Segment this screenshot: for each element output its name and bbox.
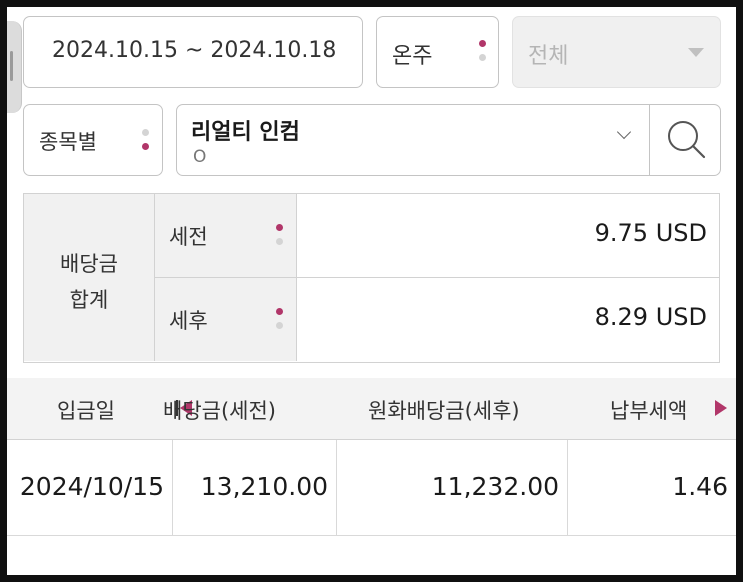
account-select-label: 전체 [528, 44, 569, 69]
toggle-dots-icon [276, 308, 284, 336]
dividend-table-header: 입금일 배당금(세전) 원화배당금(세후) 납부세액 [7, 378, 736, 440]
column-deposit-date: 입금일 [57, 399, 115, 423]
column-tax-paid: 납부세액 [610, 399, 688, 423]
date-range-text: 2024.10.15 ~ 2024.10.18 [52, 38, 337, 63]
cell-deposit-date: 2024/10/15 [7, 440, 173, 535]
stock-search-field[interactable]: 리얼티 인컴 O [176, 104, 721, 176]
toggle-dots-icon [276, 224, 284, 252]
summary-heading-line2: 합계 [69, 288, 109, 312]
post-tax-label-cell[interactable]: 세후 [155, 278, 297, 361]
table-row[interactable]: 2024/10/15 13,210.00 11,232.00 1.46 [7, 440, 736, 536]
cell-krw-dividend-posttax: 11,232.00 [337, 440, 568, 535]
post-tax-value: 8.29 USD [594, 303, 707, 331]
stock-name: 리얼티 인컴 [191, 120, 300, 145]
dividend-pretax-value: 13,210.00 [200, 472, 328, 501]
column-dividend-pretax: 배당금(세전) [163, 399, 276, 423]
summary-row-pre-tax: 세전 9.75 USD [155, 194, 719, 278]
column-krw-dividend-posttax: 원화배당금(세후) [368, 399, 520, 423]
period-select-label: 온주 [392, 44, 433, 69]
dividend-screen: 2024.10.15 ~ 2024.10.18 온주 전체 종목별 리얼티 인컴… [7, 7, 736, 575]
krw-dividend-posttax-value: 11,232.00 [431, 472, 559, 501]
side-drawer-handle[interactable] [7, 21, 22, 113]
cell-dividend-pretax: 13,210.00 [173, 440, 337, 535]
view-mode-select[interactable]: 종목별 [23, 104, 163, 176]
search-button[interactable] [649, 105, 720, 175]
stock-code: O [193, 147, 207, 167]
drawer-grip-icon [10, 51, 13, 81]
pre-tax-value: 9.75 USD [594, 219, 707, 247]
period-select[interactable]: 온주 [376, 16, 499, 88]
date-range-field[interactable]: 2024.10.15 ~ 2024.10.18 [23, 16, 363, 88]
dividend-summary-table: 배당금 합계 세전 9.75 USD 세후 8.29 USD [23, 193, 720, 363]
toggle-dots-icon [479, 40, 487, 68]
view-mode-label: 종목별 [39, 130, 97, 154]
summary-row-post-tax: 세후 8.29 USD [155, 278, 719, 361]
post-tax-label: 세후 [169, 309, 208, 333]
cell-tax-paid: 1.46 [568, 440, 736, 535]
pre-tax-label: 세전 [169, 225, 208, 249]
deposit-date-value: 2024/10/15 [19, 472, 164, 501]
summary-heading-line1: 배당금 [60, 252, 118, 276]
summary-heading-cell: 배당금 합계 [24, 194, 155, 361]
arrow-right-icon[interactable] [715, 400, 727, 416]
account-select[interactable]: 전체 [512, 16, 721, 88]
caret-down-icon [688, 48, 704, 57]
search-icon [668, 121, 706, 159]
pre-tax-label-cell[interactable]: 세전 [155, 194, 297, 277]
chevron-down-icon[interactable] [616, 124, 632, 140]
toggle-dots-icon [142, 129, 150, 157]
tax-paid-value: 1.46 [672, 472, 728, 501]
